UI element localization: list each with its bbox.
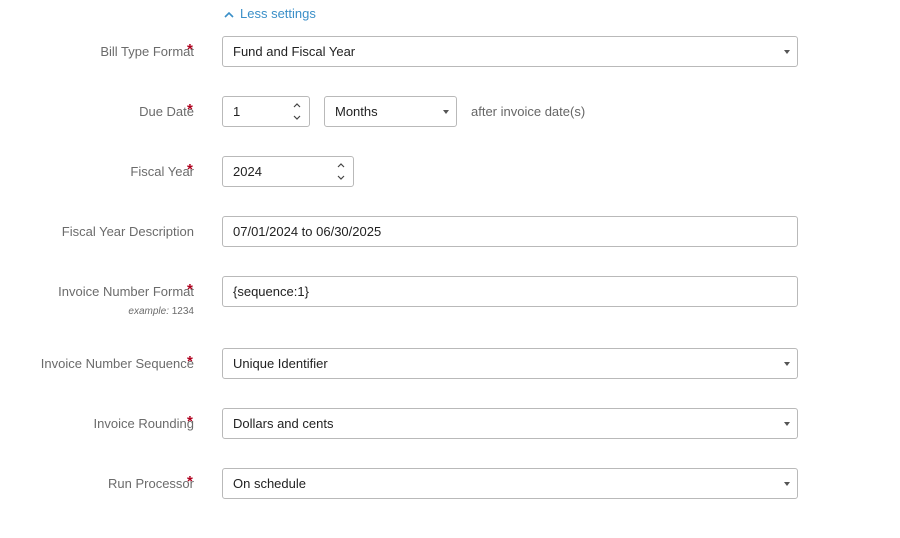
chevron-up-icon (224, 6, 234, 21)
fiscal-year-value: 2024 (233, 164, 262, 179)
chevron-down-icon (784, 362, 790, 366)
bill-type-format-label: Bill Type Format (100, 44, 194, 59)
due-date-value: 1 (233, 104, 241, 119)
invoice-number-format-value: {sequence:1} (233, 284, 309, 299)
decrement-icon[interactable] (336, 174, 346, 182)
invoice-number-format-input[interactable]: {sequence:1} (222, 276, 798, 307)
decrement-icon[interactable] (292, 114, 302, 122)
less-settings-toggle[interactable]: Less settings (224, 5, 316, 21)
invoice-number-format-label: Invoice Number Format (58, 284, 194, 299)
due-date-unit-select[interactable]: Months (324, 96, 457, 127)
required-marker: * (187, 413, 193, 430)
invoice-number-sequence-value: Unique Identifier (233, 356, 328, 371)
fiscal-year-description-value: 07/01/2024 to 06/30/2025 (233, 224, 382, 239)
example-value: 1234 (171, 306, 194, 317)
required-marker: * (187, 101, 193, 118)
increment-icon[interactable] (292, 102, 302, 110)
required-marker: * (187, 161, 193, 178)
bill-type-format-select[interactable]: Fund and Fiscal Year (222, 36, 798, 67)
due-date-unit-value: Months (335, 104, 378, 119)
bill-type-format-value: Fund and Fiscal Year (233, 44, 356, 59)
invoice-rounding-select[interactable]: Dollars and cents (222, 408, 798, 439)
increment-icon[interactable] (336, 162, 346, 170)
due-date-suffix: after invoice date(s) (471, 104, 586, 119)
fiscal-year-label: Fiscal Year (130, 164, 194, 179)
required-marker: * (187, 353, 193, 370)
due-date-number-input[interactable]: 1 (222, 96, 310, 127)
invoice-number-sequence-label: Invoice Number Sequence (40, 356, 194, 371)
chevron-down-icon (784, 50, 790, 54)
number-stepper[interactable] (336, 162, 346, 182)
fiscal-year-input[interactable]: 2024 (222, 156, 354, 187)
chevron-down-icon (784, 482, 790, 486)
chevron-down-icon (784, 422, 790, 426)
invoice-number-format-example: example: 1234 (128, 306, 194, 317)
required-marker: * (187, 41, 193, 58)
number-stepper[interactable] (292, 102, 302, 122)
fiscal-year-description-label: Fiscal Year Description (61, 224, 194, 239)
less-settings-label: Less settings (240, 5, 316, 21)
required-marker: * (187, 473, 193, 490)
invoice-rounding-value: Dollars and cents (233, 416, 334, 431)
run-processor-label: Run Processor (108, 476, 194, 491)
chevron-down-icon (443, 110, 449, 114)
invoice-rounding-label: Invoice Rounding (93, 416, 194, 431)
fiscal-year-description-input[interactable]: 07/01/2024 to 06/30/2025 (222, 216, 798, 247)
run-processor-value: On schedule (233, 476, 306, 491)
run-processor-select[interactable]: On schedule (222, 468, 798, 499)
required-marker: * (187, 281, 193, 298)
example-label: example: (128, 306, 169, 317)
due-date-label: Due Date (139, 104, 194, 119)
invoice-number-sequence-select[interactable]: Unique Identifier (222, 348, 798, 379)
